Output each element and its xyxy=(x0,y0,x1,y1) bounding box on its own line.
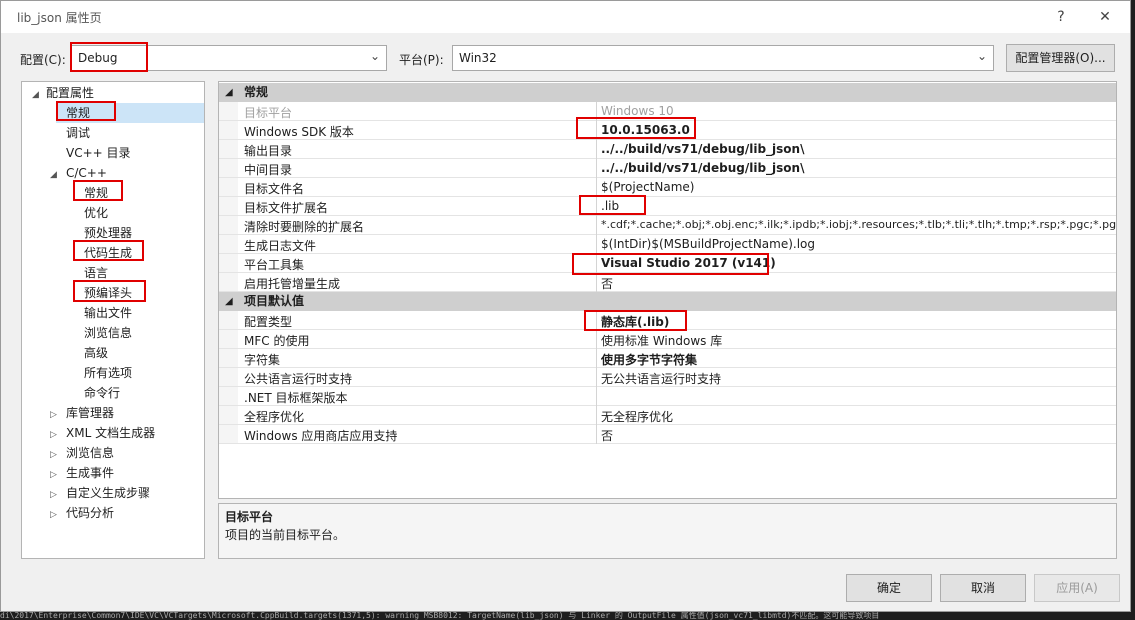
tree-item-precompiled-headers[interactable]: 预编译头 xyxy=(84,283,132,303)
tree-item-cpp[interactable]: ◢ C/C++ xyxy=(50,163,107,183)
tree-item-preprocessor[interactable]: 预处理器 xyxy=(84,223,132,243)
expand-icon[interactable]: ▷ xyxy=(50,445,62,465)
collapse-icon[interactable]: ◢ xyxy=(225,292,233,311)
tree-item-command-line[interactable]: 命令行 xyxy=(84,383,120,403)
tree-item-language[interactable]: 语言 xyxy=(84,263,108,283)
tree-item-custom-build-step[interactable]: ▷ 自定义生成步骤 xyxy=(50,483,150,503)
expand-icon[interactable]: ▷ xyxy=(50,425,62,445)
tree-item-output-files[interactable]: 输出文件 xyxy=(84,303,132,323)
property-row-clean-extensions[interactable]: 清除时要删除的扩展名 *.cdf;*.cache;*.obj;*.obj.enc;… xyxy=(219,216,1116,235)
property-row-net-framework[interactable]: .NET 目标框架版本 xyxy=(219,387,1116,406)
tree-item-cpp-general[interactable]: 常规 xyxy=(84,183,108,203)
expand-icon[interactable]: ▷ xyxy=(50,465,62,485)
apply-button[interactable]: 应用(A) xyxy=(1034,574,1120,602)
tree-item-xml-doc-generator[interactable]: ▷ XML 文档生成器 xyxy=(50,423,155,443)
property-row-whole-program-opt[interactable]: 全程序优化 无全程序优化 xyxy=(219,406,1116,425)
console-output: di\2017\Enterprise\Common7\IDE\VC\VCTarg… xyxy=(0,612,1135,620)
tree-item-browse-info[interactable]: ▷ 浏览信息 xyxy=(50,443,114,463)
help-button[interactable]: ? xyxy=(1047,5,1075,29)
tree-item-debugging[interactable]: 调试 xyxy=(66,123,90,143)
tree-item-vc-directories[interactable]: VC++ 目录 xyxy=(66,143,131,163)
config-manager-button[interactable]: 配置管理器(O)... xyxy=(1006,44,1115,72)
cancel-button[interactable]: 取消 xyxy=(940,574,1026,602)
property-row-build-log[interactable]: 生成日志文件 $(IntDir)$(MSBuildProjectName).log xyxy=(219,235,1116,254)
property-row-output-dir[interactable]: 输出目录 ../../build/vs71/debug/lib_json\ xyxy=(219,140,1116,159)
property-row-clr-support[interactable]: 公共语言运行时支持 无公共语言运行时支持 xyxy=(219,368,1116,387)
expand-icon[interactable]: ◢ xyxy=(50,165,62,185)
chevron-down-icon: ⌄ xyxy=(976,49,987,63)
platform-combo[interactable]: Win32 ⌄ xyxy=(452,45,994,71)
platform-value: Win32 xyxy=(459,51,497,65)
config-value: Debug xyxy=(78,51,118,65)
section-project-defaults[interactable]: ◢ 项目默认值 xyxy=(219,292,1116,311)
tree-item-browse-information[interactable]: 浏览信息 xyxy=(84,323,132,343)
description-text: 项目的当前目标平台。 xyxy=(225,528,346,542)
expand-icon[interactable]: ▷ xyxy=(50,505,62,525)
property-row-platform-toolset[interactable]: 平台工具集 Visual Studio 2017 (v141) xyxy=(219,254,1116,273)
description-title: 目标平台 xyxy=(225,510,274,524)
chevron-down-icon: ⌄ xyxy=(369,49,380,63)
description-panel: 目标平台 项目的当前目标平台。 xyxy=(218,503,1117,559)
property-row-target-name[interactable]: 目标文件名 $(ProjectName) xyxy=(219,178,1116,197)
tree-item-optimization[interactable]: 优化 xyxy=(84,203,108,223)
tree-item-config-properties[interactable]: ◢ 配置属性 xyxy=(32,83,94,103)
section-general[interactable]: ◢ 常规 xyxy=(219,83,1116,102)
tree-item-all-options[interactable]: 所有选项 xyxy=(84,363,132,383)
tree-item-librarian[interactable]: ▷ 库管理器 xyxy=(50,403,114,423)
tree-item-general[interactable]: 常规 xyxy=(56,103,204,123)
window-title: lib_json 属性页 xyxy=(17,11,102,25)
property-row-config-type[interactable]: 配置类型 静态库(.lib) xyxy=(219,311,1116,330)
tree-item-code-analysis[interactable]: ▷ 代码分析 xyxy=(50,503,114,523)
tree-item-advanced[interactable]: 高级 xyxy=(84,343,108,363)
config-label: 配置(C): xyxy=(20,53,66,67)
property-row-store-app-support[interactable]: Windows 应用商店应用支持否 xyxy=(219,425,1116,444)
property-row-charset[interactable]: 字符集 使用多字节字符集 xyxy=(219,349,1116,368)
property-tree[interactable]: ◢ 配置属性 常规 调试 VC++ 目录 ◢ C/C++ 常规 优化 预处理器 代码… xyxy=(21,81,205,559)
platform-label: 平台(P): xyxy=(399,53,444,67)
expand-icon[interactable]: ◢ xyxy=(32,85,44,105)
property-row-mfc-use[interactable]: MFC 的使用 使用标准 Windows 库 xyxy=(219,330,1116,349)
collapse-icon[interactable]: ◢ xyxy=(225,83,233,102)
expand-icon[interactable]: ▷ xyxy=(50,405,62,425)
property-row-sdk-version[interactable]: Windows SDK 版本 10.0.15063.0 xyxy=(219,121,1116,140)
config-combo[interactable]: Debug ⌄ xyxy=(71,45,387,71)
title-bar: lib_json 属性页 ? ✕ xyxy=(1,1,1130,33)
close-button[interactable]: ✕ xyxy=(1091,5,1119,29)
expand-icon[interactable]: ▷ xyxy=(50,485,62,505)
tree-item-build-events[interactable]: ▷ 生成事件 xyxy=(50,463,114,483)
tree-item-code-generation[interactable]: 代码生成 xyxy=(84,243,132,263)
property-row-target-platform[interactable]: 目标平台 Windows 10 xyxy=(219,102,1116,121)
property-pages-dialog: lib_json 属性页 ? ✕ 配置(C): Debug ⌄ 平台(P): W… xyxy=(0,0,1131,612)
property-row-intermediate-dir[interactable]: 中间目录 ../../build/vs71/debug/lib_json\ xyxy=(219,159,1116,178)
property-row-target-extension[interactable]: 目标文件扩展名 .lib xyxy=(219,197,1116,216)
ok-button[interactable]: 确定 xyxy=(846,574,932,602)
property-row-managed-incremental[interactable]: 启用托管增量生成否 xyxy=(219,273,1116,292)
property-grid: ◢ 常规 目标平台 Windows 10 Windows SDK 版本 10.0.1… xyxy=(218,81,1117,499)
